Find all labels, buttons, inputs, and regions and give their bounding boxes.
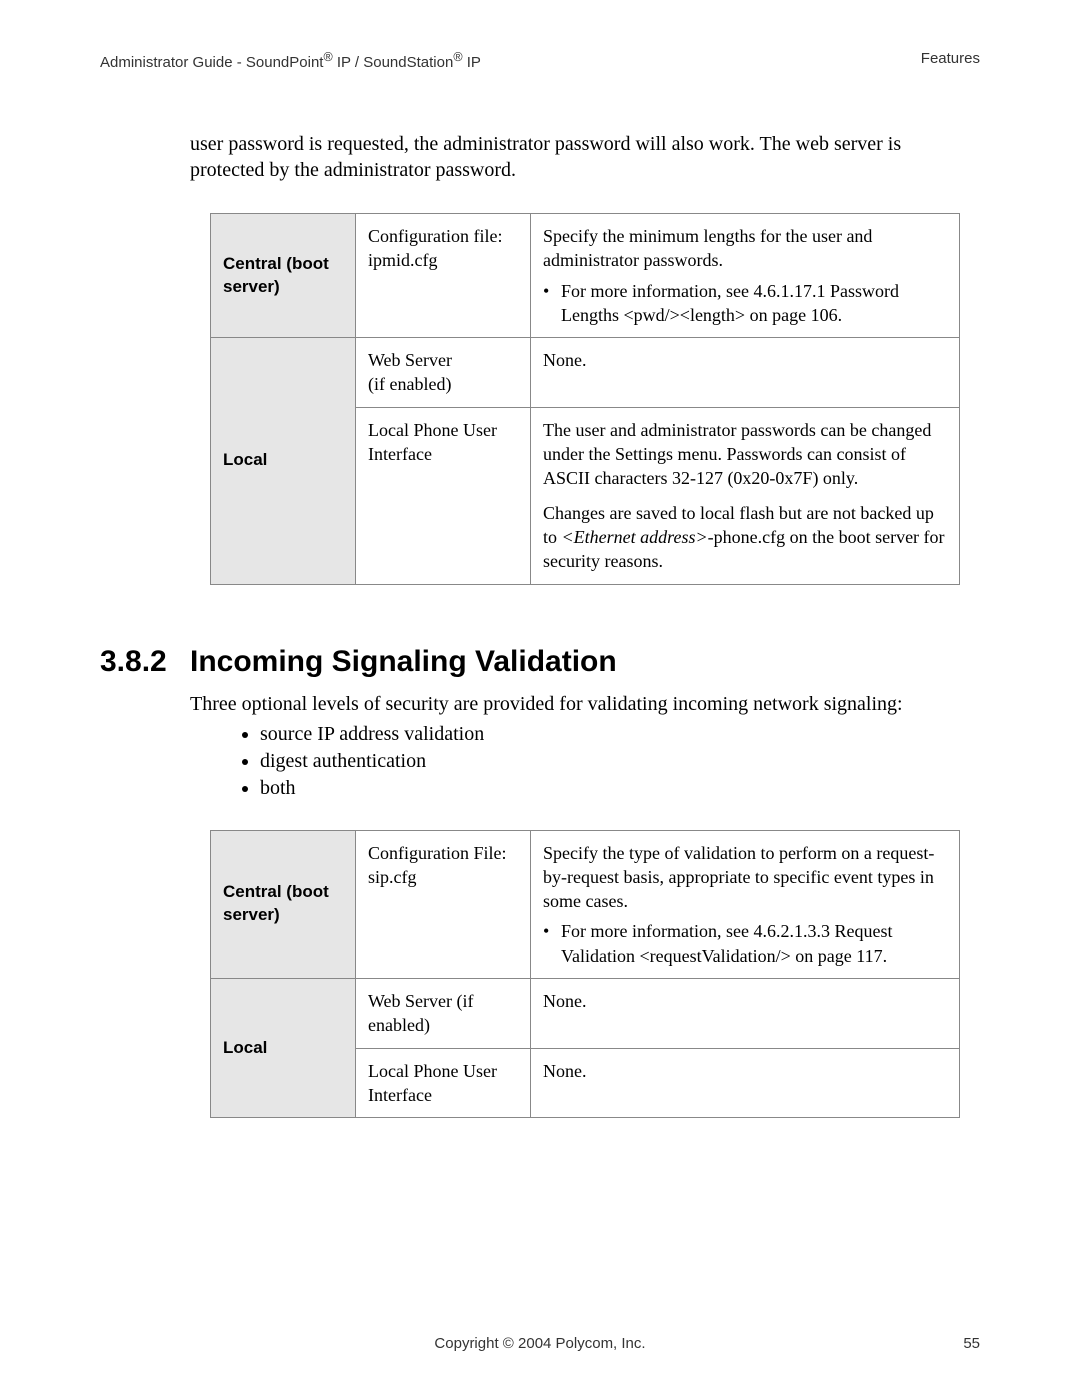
bullet-icon: •: [543, 279, 561, 328]
table-row: Local Web Server (if enabled) None.: [211, 338, 960, 408]
table-row: Local Web Server (if enabled) None.: [211, 979, 960, 1049]
config-table-1: Central (boot server) Configuration file…: [210, 213, 960, 585]
table-row: Central (boot server) Configuration File…: [211, 830, 960, 978]
section-title: Incoming Signaling Validation: [190, 645, 617, 678]
page-footer: Copyright © 2004 Polycom, Inc. 55: [100, 1335, 980, 1352]
copyright: Copyright © 2004 Polycom, Inc.: [434, 1335, 645, 1352]
cell-config-file: Configuration File: sip.cfg: [356, 830, 531, 978]
cell-description: None.: [531, 979, 960, 1049]
bullet-icon: •: [543, 919, 561, 968]
page-header: Administrator Guide - SoundPoint® IP / S…: [100, 50, 980, 71]
list-item: source IP address validation: [260, 721, 980, 748]
row-label-central: Central (boot server): [211, 830, 356, 978]
section-heading: 3.8.2Incoming Signaling Validation: [100, 645, 980, 679]
row-label-local: Local: [211, 979, 356, 1118]
section-paragraph: Three optional levels of security are pr…: [190, 691, 980, 717]
section-number: 3.8.2: [100, 645, 190, 679]
page-number: 55: [963, 1335, 980, 1352]
list-item: both: [260, 775, 980, 802]
cell-web-server: Web Server (if enabled): [356, 338, 531, 408]
row-label-local: Local: [211, 338, 356, 584]
cell-description: The user and administrator passwords can…: [531, 407, 960, 584]
list-item: digest authentication: [260, 748, 980, 775]
config-table-2: Central (boot server) Configuration File…: [210, 830, 960, 1119]
cell-config-file: Configuration file: ipmid.cfg: [356, 214, 531, 338]
cell-web-server: Web Server (if enabled): [356, 979, 531, 1049]
security-levels-list: source IP address validation digest auth…: [230, 721, 980, 802]
cell-description: None.: [531, 338, 960, 408]
intro-paragraph: user password is requested, the administ…: [190, 131, 980, 183]
cell-local-phone-ui: Local Phone User Interface: [356, 407, 531, 584]
header-left: Administrator Guide - SoundPoint® IP / S…: [100, 50, 481, 71]
cell-description: Specify the minimum lengths for the user…: [531, 214, 960, 338]
cell-description: Specify the type of validation to perfor…: [531, 830, 960, 978]
cell-local-phone-ui: Local Phone User Interface: [356, 1048, 531, 1118]
row-label-central: Central (boot server): [211, 214, 356, 338]
header-right: Features: [921, 50, 980, 71]
table-row: Central (boot server) Configuration file…: [211, 214, 960, 338]
cell-description: None.: [531, 1048, 960, 1118]
document-page: Administrator Guide - SoundPoint® IP / S…: [0, 0, 1080, 1397]
